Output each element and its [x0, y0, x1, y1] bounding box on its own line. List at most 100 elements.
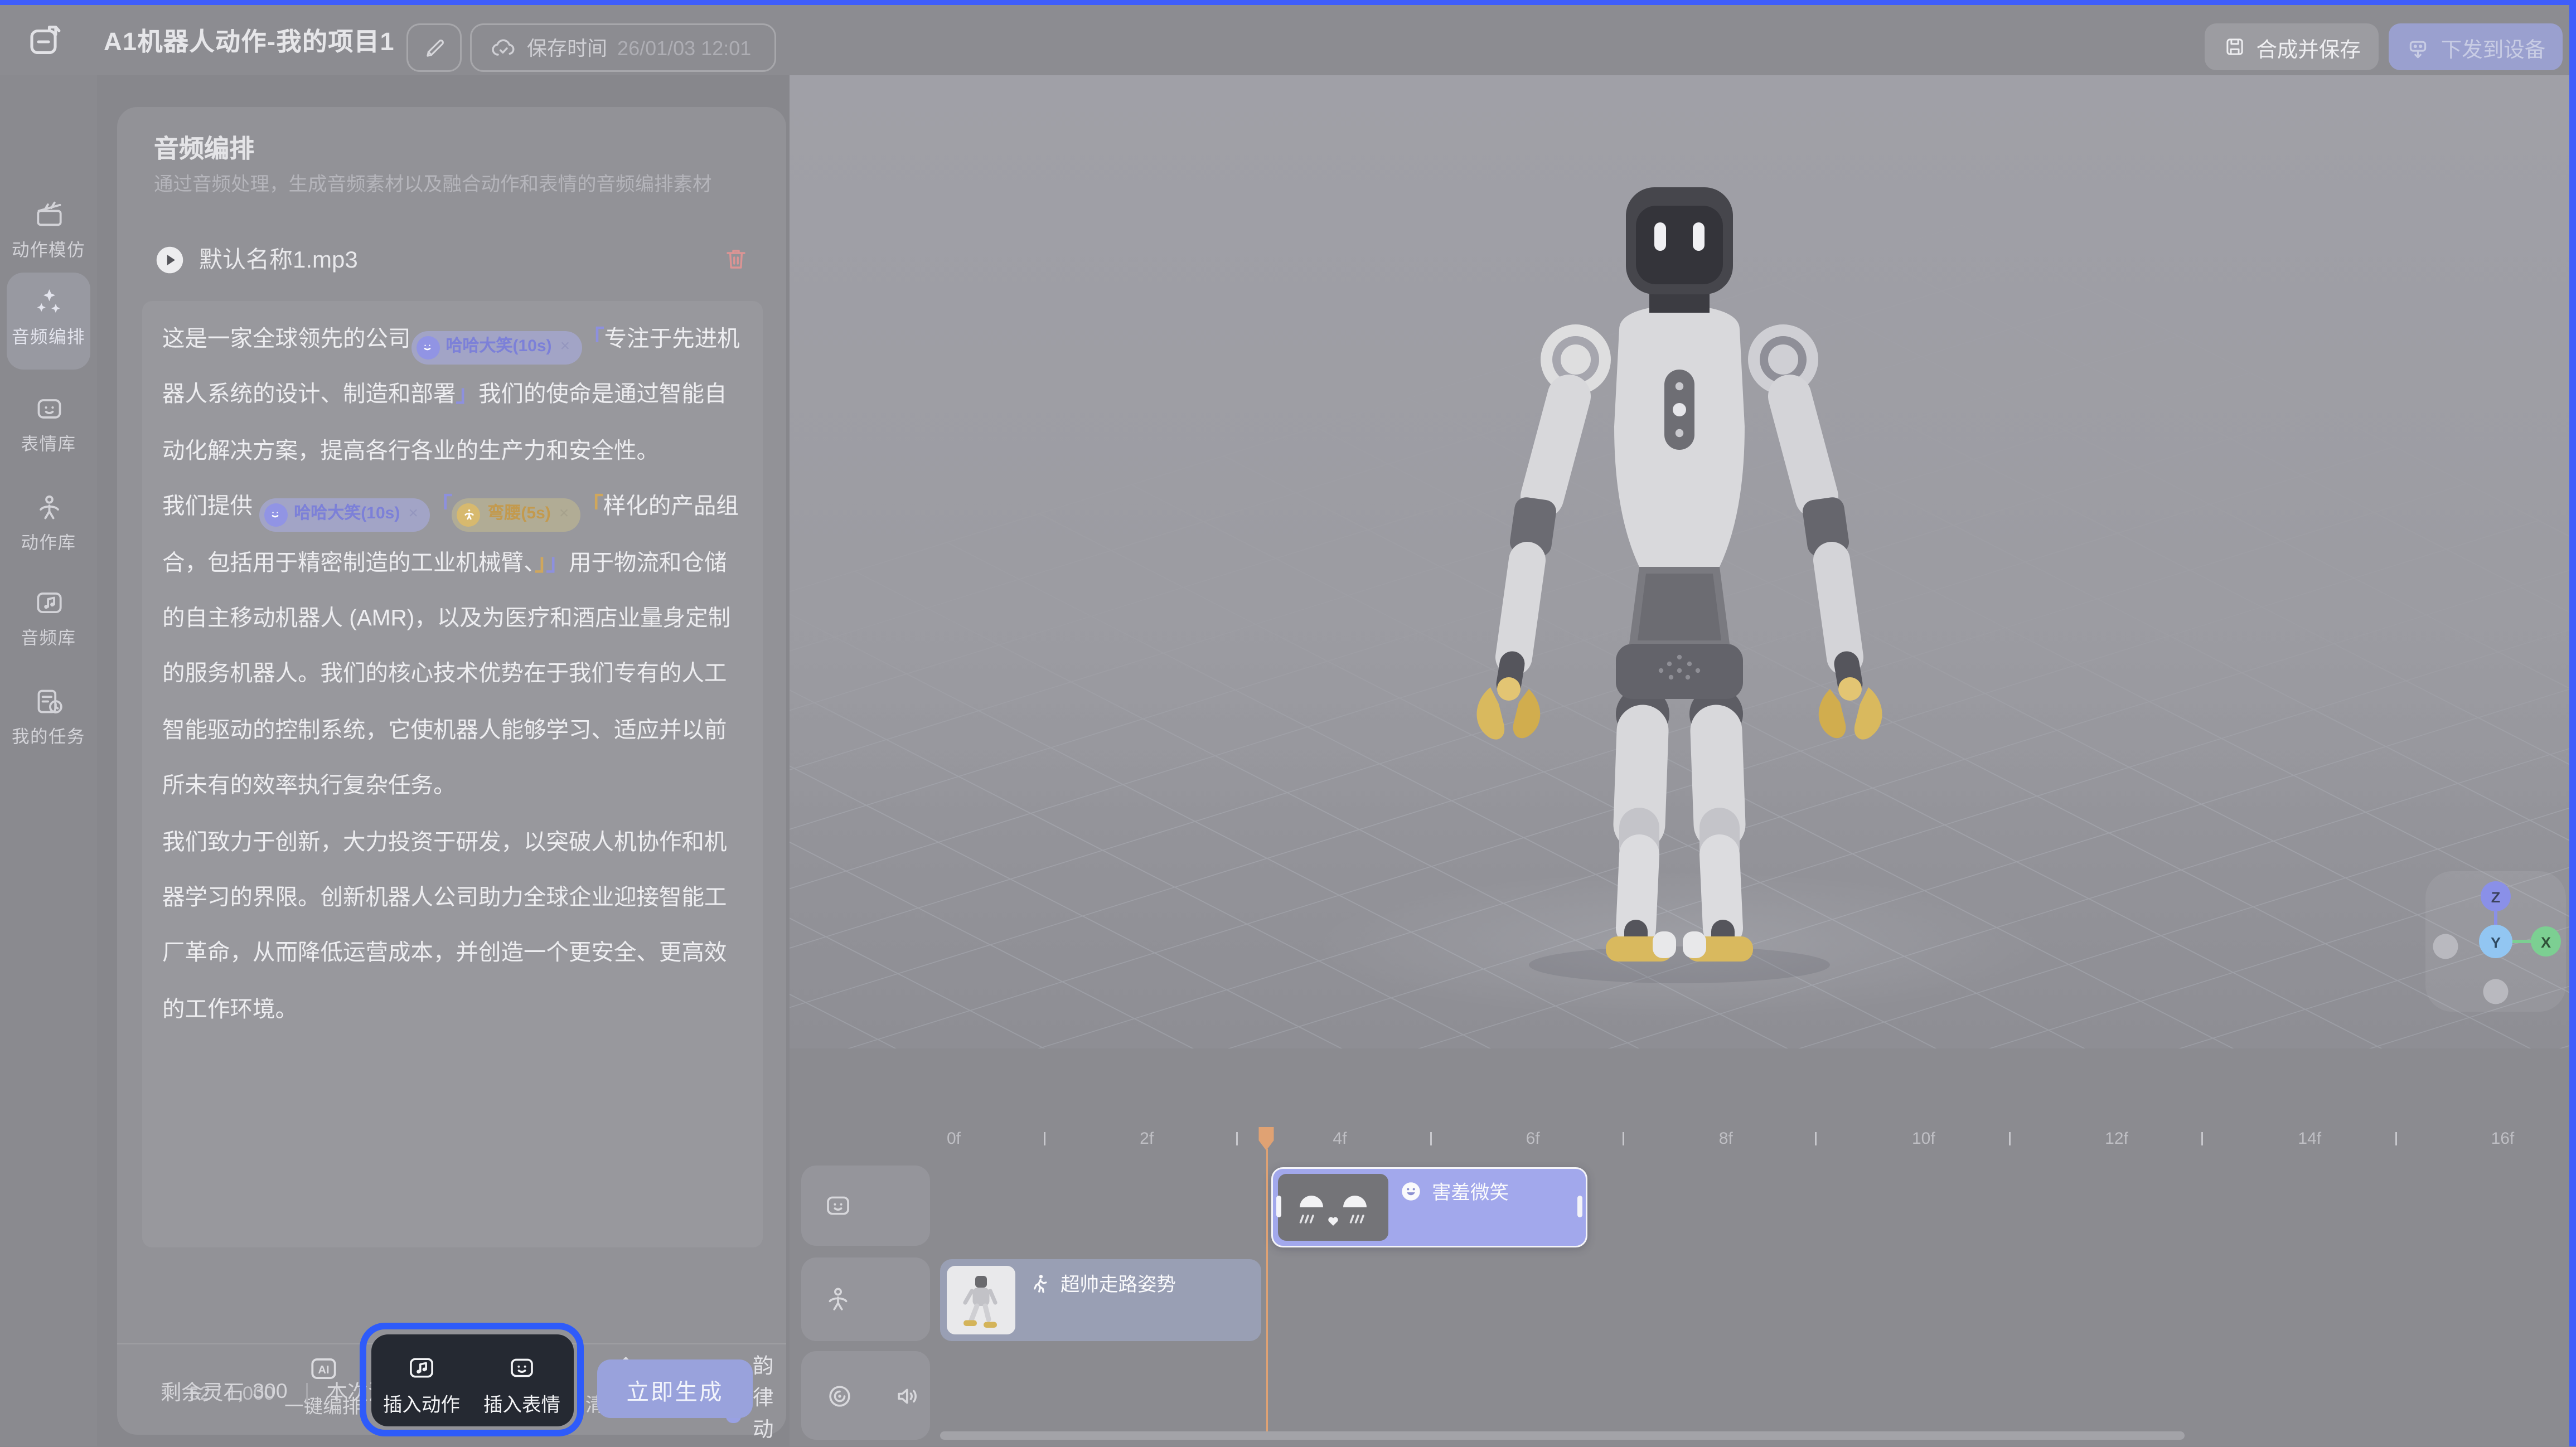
- top-bar: A1机器人动作-我的项目1 保存时间 26/01/03 12:01 合成并保存 …: [0, 6, 2576, 76]
- footer-divider: |: [304, 1379, 310, 1402]
- floor-glow: [1311, 872, 2047, 1019]
- playhead-handle[interactable]: [1251, 1126, 1281, 1153]
- robot-shadow: [1529, 947, 1830, 984]
- ruler-frame-label: 16f: [2491, 1131, 2515, 1149]
- robot-eye-left: [1654, 223, 1666, 251]
- remove-tag-icon[interactable]: ×: [560, 319, 570, 375]
- expression-track-icon[interactable]: [823, 1191, 853, 1221]
- playhead-line[interactable]: [1266, 1149, 1268, 1432]
- script-editor[interactable]: 这是一家全球领先的公司哈哈大笑(10s)×「专注于先进机器人系统的设计、制造和部…: [142, 301, 763, 1247]
- panel-title: 音频编排: [154, 130, 254, 166]
- sidebar-item-expression-lib[interactable]: 表情库: [0, 394, 97, 457]
- sparkles-icon: [33, 287, 65, 318]
- action-pill-icon: [457, 503, 481, 526]
- pencil-icon: [423, 37, 446, 60]
- generate-now-label: 立即生成: [627, 1372, 724, 1406]
- music-box-icon: [33, 587, 65, 619]
- deploy-to-device-button[interactable]: 下发到设备: [2389, 24, 2563, 71]
- axis-gizmo[interactable]: Z X Y: [2425, 872, 2566, 1012]
- expression-tag-pill[interactable]: 哈哈大笑(10s)×: [411, 331, 582, 364]
- expression-pill-icon: [264, 503, 287, 526]
- sidebar-item-audio-lib[interactable]: 音频库: [0, 587, 97, 651]
- sidebar-item-audio-arrange[interactable]: 音频编排: [0, 287, 97, 350]
- action-clip-label: 超帅走路姿势: [1061, 1271, 1176, 1298]
- gizmo-x-label: X: [2541, 935, 2551, 951]
- tag-label: 哈哈大笑(10s): [446, 319, 552, 375]
- save-status: 保存时间 26/01/03 12:01: [470, 24, 776, 72]
- scene-3d: Z X Y: [790, 76, 2569, 1049]
- ruler-tick: [2201, 1133, 2203, 1146]
- ruler-tick: [1430, 1133, 1431, 1146]
- save-time-value: 26/01/03 12:01: [617, 37, 751, 60]
- sidebar-item-action-lib[interactable]: 动作库: [0, 492, 97, 556]
- app-logo-icon[interactable]: [25, 21, 65, 61]
- gizmo-y-label: Y: [2491, 935, 2501, 952]
- quote-bracket: 」: [456, 382, 479, 407]
- tag-label: 弯腰(5s): [487, 487, 550, 542]
- synthesize-save-button[interactable]: 合成并保存: [2205, 24, 2379, 71]
- gizmo-neg-z-dot[interactable]: [2483, 980, 2509, 1005]
- play-audio-button[interactable]: [154, 244, 186, 275]
- action-tag-pill[interactable]: 弯腰(5s)×: [452, 498, 580, 531]
- insert-action-label: 插入动作: [383, 1391, 460, 1418]
- ruler-frame-label: 12f: [2105, 1131, 2128, 1149]
- floppy-icon: [2222, 36, 2246, 59]
- audio-track-icon[interactable]: [825, 1381, 855, 1411]
- audio-track-rail: [801, 1351, 930, 1440]
- screen-edge-top: [0, 0, 2576, 6]
- sidebar-item-label: 动作库: [21, 531, 76, 556]
- screen-edge-right: [2570, 0, 2576, 1447]
- synthesize-save-label: 合成并保存: [2256, 32, 2361, 64]
- delete-audio-button[interactable]: [723, 246, 749, 273]
- ruler-tick: [2395, 1133, 2396, 1146]
- quote-bracket: 」: [546, 550, 569, 575]
- ruler-frame-label: 14f: [2298, 1131, 2321, 1149]
- clip-left-handle[interactable]: [1276, 1196, 1281, 1217]
- cloud-check-icon: [490, 35, 517, 62]
- timeline-ruler[interactable]: 0f2f4f6f8f10f12f14f16f: [940, 1123, 2569, 1163]
- ruler-frame-label: 0f: [947, 1131, 961, 1149]
- expression-clip-label: 害羞微笑: [1432, 1179, 1509, 1206]
- remove-tag-icon[interactable]: ×: [559, 487, 569, 542]
- walking-person-icon: [1029, 1273, 1050, 1295]
- expression-pill-icon: [416, 336, 439, 359]
- action-track-rail: [801, 1257, 930, 1341]
- sidebar-item-label: 音频库: [21, 626, 76, 651]
- audio-file-row: 默认名称1.mp3: [154, 237, 749, 281]
- app-window: A1机器人动作-我的项目1 保存时间 26/01/03 12:01 合成并保存 …: [0, 0, 2576, 1447]
- panel-description: 通过音频处理，生成音频素材以及融合动作和表情的音频编排素材: [154, 171, 756, 197]
- rename-button[interactable]: [406, 24, 462, 72]
- sidebar-item-motion-mimic[interactable]: 动作模仿: [0, 200, 97, 263]
- viewport-3d[interactable]: Z X Y: [790, 76, 2569, 1049]
- robot-face-icon: [507, 1353, 537, 1383]
- ruler-tick: [2008, 1133, 2010, 1146]
- ruler-tick: [1236, 1133, 1238, 1146]
- expression-tag-pill[interactable]: 哈哈大笑(10s)×: [259, 498, 430, 531]
- quote-bracket: 「: [430, 494, 453, 519]
- gizmo-z-label: Z: [2491, 890, 2501, 906]
- timeline-scrollbar[interactable]: [940, 1432, 2185, 1440]
- ruler-tick: [1043, 1133, 1045, 1146]
- sidebar-item-label: 表情库: [21, 432, 76, 457]
- tag-label: 哈哈大笑(10s): [294, 487, 400, 542]
- sidebar-item-my-tasks[interactable]: 我的任务: [0, 686, 97, 750]
- expression-clip-selected[interactable]: 害羞微笑: [1271, 1167, 1587, 1247]
- insert-expression-label: 插入表情: [483, 1391, 560, 1418]
- ruler-frame-label: 6f: [1526, 1131, 1540, 1149]
- sidebar-item-label: 我的任务: [12, 725, 85, 750]
- generate-now-button[interactable]: 立即生成: [597, 1359, 753, 1418]
- clip-right-handle[interactable]: [1577, 1196, 1582, 1217]
- remaining-stones-value: 300: [253, 1379, 288, 1402]
- task-list-icon: [33, 686, 65, 718]
- gizmo-neg-x-dot[interactable]: [2433, 935, 2458, 960]
- mute-track-icon[interactable]: [893, 1381, 923, 1411]
- sidebar-item-label: 动作模仿: [12, 238, 85, 263]
- action-clip[interactable]: 超帅走路姿势: [940, 1259, 1261, 1341]
- insert-expression-button[interactable]: 插入表情: [483, 1353, 560, 1418]
- smiley-icon: [1400, 1181, 1422, 1203]
- remove-tag-icon[interactable]: ×: [408, 487, 418, 542]
- action-clip-thumbnail: [947, 1266, 1015, 1334]
- insert-action-button[interactable]: 插入动作: [383, 1353, 460, 1418]
- person-icon: [33, 492, 65, 524]
- action-track-icon[interactable]: [823, 1284, 853, 1314]
